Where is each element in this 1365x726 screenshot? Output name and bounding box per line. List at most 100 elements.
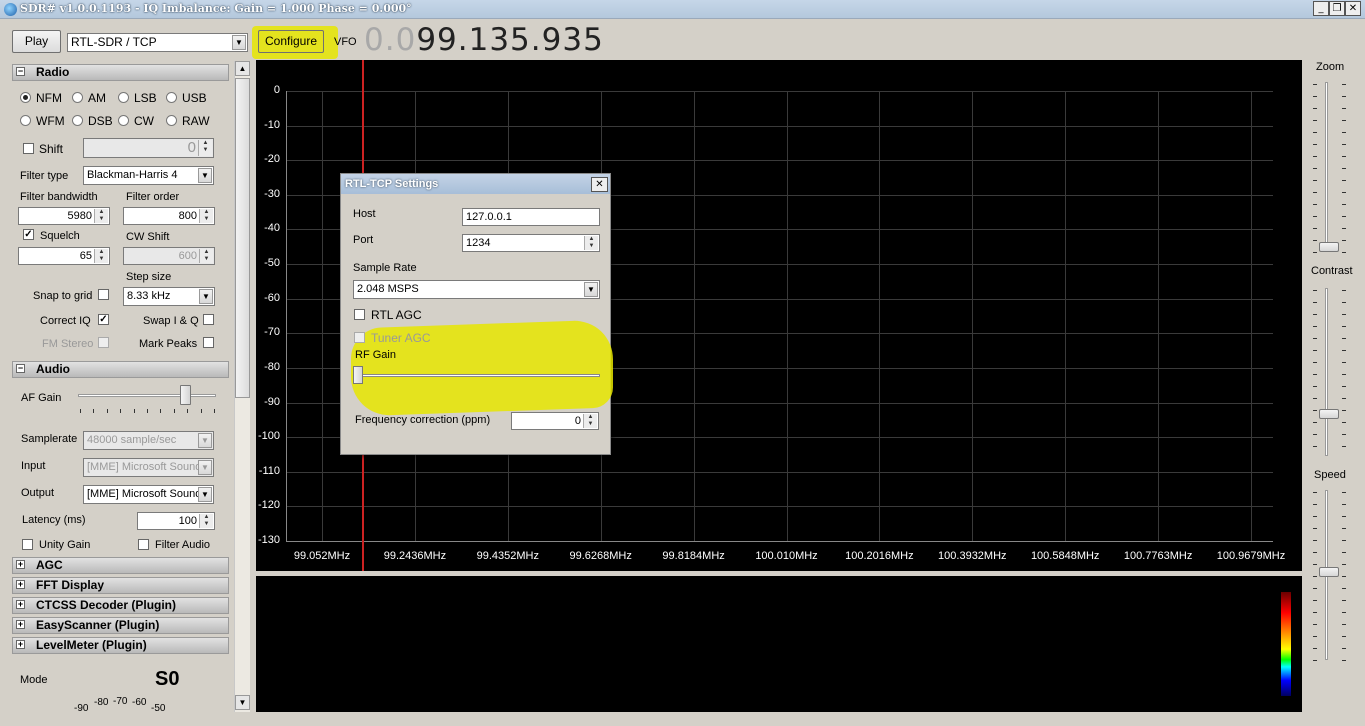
rtl-agc-checkbox[interactable] bbox=[354, 309, 365, 320]
fm-stereo-checkbox[interactable] bbox=[98, 337, 109, 348]
spin-arrows-icon[interactable]: ▲ ▼ bbox=[584, 236, 598, 250]
scrollbar-thumb[interactable] bbox=[235, 78, 250, 398]
tuner-agc-checkbox[interactable] bbox=[354, 332, 365, 343]
slider-tick bbox=[1313, 338, 1317, 339]
contrast-slider-handle[interactable] bbox=[1319, 409, 1339, 419]
spectrum-y-tick-label: -10 bbox=[264, 118, 280, 131]
scroll-up-icon[interactable]: ▲ bbox=[235, 61, 250, 76]
af-gain-slider-handle[interactable] bbox=[180, 385, 191, 405]
cw-shift-input[interactable]: 600 ▲ ▼ bbox=[123, 247, 215, 265]
squelch-checkbox[interactable]: ✓ bbox=[23, 229, 34, 240]
slider-tick bbox=[1342, 192, 1346, 193]
radio-section-header[interactable]: − Radio bbox=[12, 64, 229, 81]
mode-radio-raw[interactable] bbox=[166, 115, 177, 126]
speed-slider[interactable] bbox=[1319, 490, 1341, 660]
filter-audio-checkbox[interactable] bbox=[138, 539, 149, 550]
spin-arrows-icon[interactable]: ▲ ▼ bbox=[94, 249, 108, 263]
swap-iq-checkbox[interactable] bbox=[203, 314, 214, 325]
mode-radio-lsb[interactable] bbox=[118, 92, 129, 103]
mode-radio-am[interactable] bbox=[72, 92, 83, 103]
easyscanner-section-header[interactable]: + EasyScanner (Plugin) bbox=[12, 617, 229, 634]
slider-tick bbox=[1313, 240, 1317, 241]
dialog-close-button[interactable]: ✕ bbox=[591, 177, 608, 192]
filter-bandwidth-input[interactable]: 5980 ▲ ▼ bbox=[18, 207, 110, 225]
rf-gain-slider-handle[interactable] bbox=[353, 366, 363, 384]
vfo-frequency-display[interactable]: 0.099.135.935 bbox=[364, 22, 604, 58]
slider-tick bbox=[1313, 588, 1317, 589]
af-gain-tick bbox=[214, 409, 215, 413]
play-button[interactable]: Play bbox=[12, 30, 61, 53]
mode-radio-nfm[interactable] bbox=[20, 92, 31, 103]
slider-tick bbox=[1313, 204, 1317, 205]
unity-gain-checkbox[interactable] bbox=[22, 539, 33, 550]
slider-tick bbox=[1342, 612, 1346, 613]
mode-radio-dsb[interactable] bbox=[72, 115, 83, 126]
slider-tick bbox=[1342, 240, 1346, 241]
filter-type-select[interactable]: Blackman-Harris 4 ▼ bbox=[83, 166, 214, 185]
zoom-slider-handle[interactable] bbox=[1319, 242, 1339, 252]
latency-input[interactable]: 100 ▲ ▼ bbox=[137, 512, 215, 530]
contrast-label: Contrast bbox=[1311, 265, 1353, 277]
agc-section-header[interactable]: + AGC bbox=[12, 557, 229, 574]
spin-arrows-icon[interactable]: ▲ ▼ bbox=[199, 209, 213, 223]
spectrum-x-tick-label: 100.010MHz bbox=[755, 550, 818, 562]
configure-button[interactable]: Configure bbox=[258, 30, 324, 53]
spin-arrows-icon[interactable]: ▲ ▼ bbox=[199, 514, 213, 528]
step-size-select[interactable]: 8.33 kHz ▼ bbox=[123, 287, 215, 306]
filter-bandwidth-label: Filter bandwidth bbox=[20, 191, 98, 203]
spectrum-grid-v bbox=[1158, 91, 1160, 541]
slider-tick bbox=[1342, 204, 1346, 205]
spectrum-x-tick-label: 100.5848MHz bbox=[1030, 550, 1100, 562]
correct-iq-checkbox[interactable]: ✓ bbox=[98, 314, 109, 325]
mode-radio-cw[interactable] bbox=[118, 115, 129, 126]
ctcss-section-header[interactable]: + CTCSS Decoder (Plugin) bbox=[12, 597, 229, 614]
mark-peaks-checkbox[interactable] bbox=[203, 337, 214, 348]
slider-tick bbox=[1342, 156, 1346, 157]
mode-radio-wfm[interactable] bbox=[20, 115, 31, 126]
slider-tick bbox=[1342, 350, 1346, 351]
spin-arrows-icon[interactable]: ▲ ▼ bbox=[199, 249, 213, 263]
slider-tick bbox=[1342, 516, 1346, 517]
levelmeter-section-header[interactable]: + LevelMeter (Plugin) bbox=[12, 637, 229, 654]
sample-rate-select[interactable]: 2.048 MSPS ▼ bbox=[353, 280, 600, 299]
squelch-input[interactable]: 65 ▲ ▼ bbox=[18, 247, 110, 265]
ctcss-header-label: CTCSS Decoder (Plugin) bbox=[36, 598, 177, 612]
mode-radio-usb[interactable] bbox=[166, 92, 177, 103]
freq-correction-label: Frequency correction (ppm) bbox=[355, 414, 491, 426]
spin-arrows-icon[interactable]: ▲ ▼ bbox=[583, 414, 597, 428]
filter-audio-label: Filter Audio bbox=[155, 539, 211, 551]
waterfall-display[interactable] bbox=[256, 576, 1302, 712]
mode-label-am: AM bbox=[88, 91, 106, 105]
spectrum-grid-v bbox=[972, 91, 974, 541]
host-input[interactable]: 127.0.0.1 bbox=[462, 208, 600, 226]
spin-arrows-icon[interactable]: ▲ ▼ bbox=[94, 209, 108, 223]
input-select[interactable]: [MME] Microsoft Sound ▼ bbox=[83, 458, 214, 477]
snap-to-grid-checkbox[interactable] bbox=[98, 289, 109, 300]
slider-tick bbox=[1313, 660, 1317, 661]
restore-button[interactable]: ❐ bbox=[1329, 1, 1345, 16]
minimize-button[interactable]: _ bbox=[1313, 1, 1329, 16]
spectrum-x-tick-label: 99.8184MHz bbox=[662, 550, 725, 562]
shift-checkbox[interactable] bbox=[23, 143, 34, 154]
freq-correction-input[interactable]: 0 ▲ ▼ bbox=[511, 412, 599, 430]
port-input[interactable]: 1234 ▲ ▼ bbox=[462, 234, 600, 252]
output-select[interactable]: [MME] Microsoft Sound ▼ bbox=[83, 485, 214, 504]
spin-arrows-icon[interactable]: ▲ ▼ bbox=[198, 140, 212, 156]
audio-section-header[interactable]: − Audio bbox=[12, 361, 229, 378]
contrast-slider[interactable] bbox=[1319, 288, 1341, 456]
speed-slider-handle[interactable] bbox=[1319, 567, 1339, 577]
source-select[interactable]: RTL-SDR / TCP ▼ bbox=[67, 33, 248, 52]
shift-input[interactable]: 0 ▲ ▼ bbox=[83, 138, 214, 158]
slider-tick bbox=[1313, 156, 1317, 157]
slider-tick bbox=[1313, 374, 1317, 375]
slider-tick bbox=[1313, 314, 1317, 315]
zoom-slider[interactable] bbox=[1319, 82, 1341, 252]
scroll-down-icon[interactable]: ▼ bbox=[235, 695, 250, 710]
chevron-down-icon: ▼ bbox=[198, 487, 212, 502]
filter-order-input[interactable]: 800 ▲ ▼ bbox=[123, 207, 215, 225]
left-panel-scrollbar[interactable]: ▲ ▼ bbox=[234, 61, 250, 712]
fft-section-header[interactable]: + FFT Display bbox=[12, 577, 229, 594]
chevron-down-icon: ▼ bbox=[198, 168, 212, 183]
samplerate-select[interactable]: 48000 sample/sec ▼ bbox=[83, 431, 214, 450]
close-button[interactable]: ✕ bbox=[1345, 1, 1361, 16]
